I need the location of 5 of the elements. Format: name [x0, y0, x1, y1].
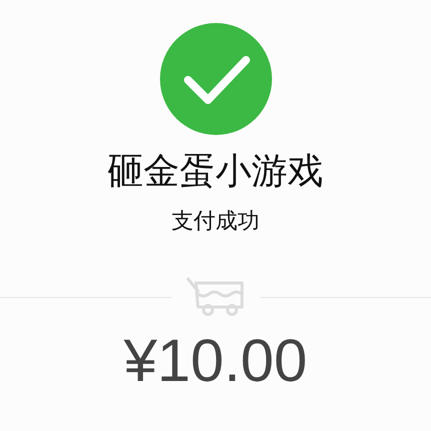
success-check-icon: [160, 23, 272, 135]
payment-status: 支付成功: [172, 208, 260, 236]
merchant-name: 砸金蛋小游戏: [108, 150, 324, 194]
payment-amount: ¥10.00: [124, 326, 308, 396]
shopping-cart-icon: [186, 277, 246, 317]
